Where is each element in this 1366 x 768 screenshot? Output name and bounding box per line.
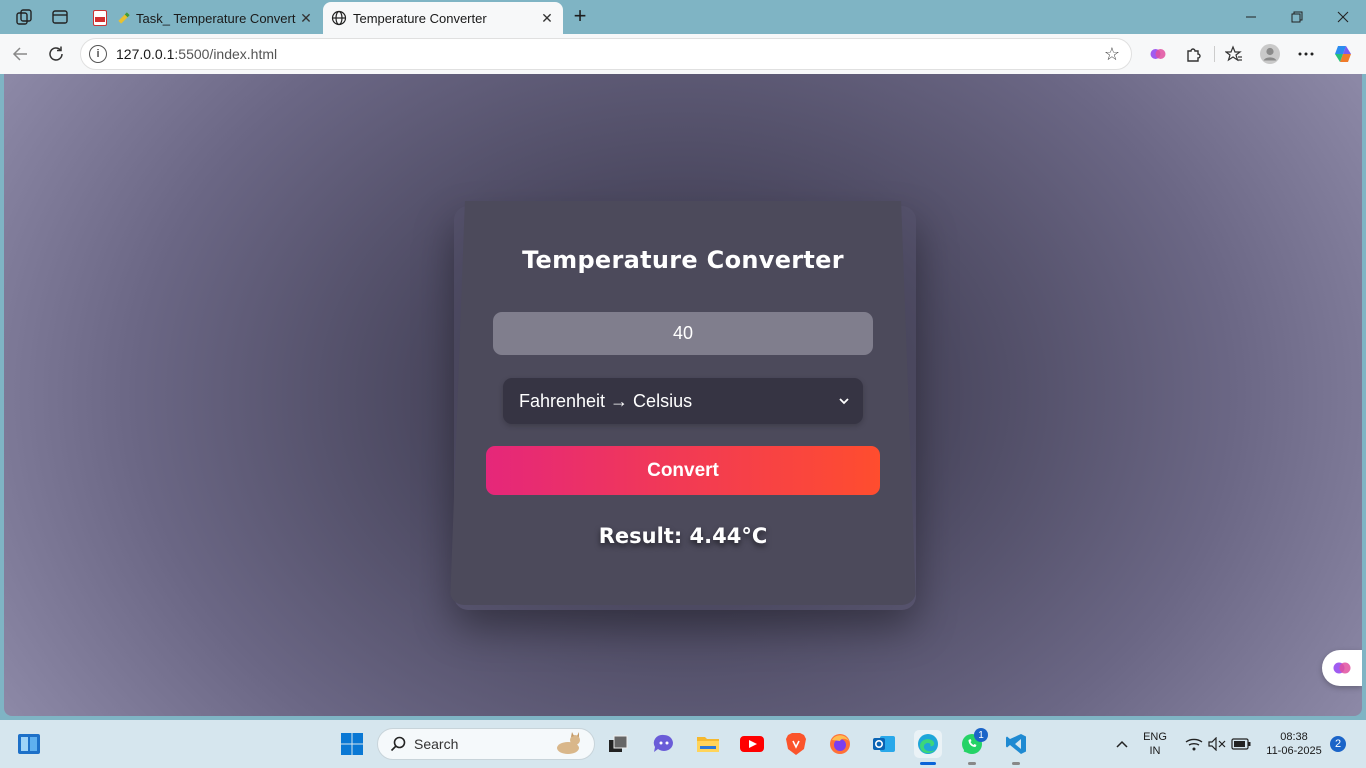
copilot-sidebar-button[interactable] — [1322, 650, 1362, 686]
extensions-icon[interactable] — [1181, 42, 1205, 66]
workspaces-icon[interactable] — [13, 6, 35, 28]
vscode-icon[interactable] — [1002, 730, 1030, 758]
page-viewport: Temperature Converter Fahrenheit → Celsi… — [4, 74, 1362, 716]
show-hidden-icons-chevron[interactable] — [1108, 730, 1136, 758]
temperature-input[interactable] — [493, 312, 873, 355]
vscode-running-indicator — [1012, 762, 1020, 765]
whatsapp-badge: 1 — [974, 728, 988, 742]
close-tab-icon[interactable]: ✕ — [537, 8, 557, 28]
result-text: Result: 4.44°C — [598, 524, 768, 548]
copilot-icon[interactable] — [1331, 42, 1355, 66]
refresh-button[interactable] — [43, 41, 69, 67]
whatsapp-running-indicator — [968, 762, 976, 765]
conversion-select[interactable]: Fahrenheit → Celsius — [503, 378, 863, 424]
firefox-icon[interactable] — [826, 730, 854, 758]
copilot-extension-icon[interactable] — [1146, 42, 1170, 66]
clock[interactable]: 08:38 11-06-2025 — [1258, 730, 1330, 758]
convert-button[interactable]: Convert — [486, 446, 880, 495]
windows-start-icon[interactable] — [338, 730, 366, 758]
browser-toolbar: i 127.0.0.1:5500/index.html ☆ — [0, 34, 1366, 74]
tab-strip: Task_ Temperature Converter[ ✕ Temperatu… — [0, 0, 1366, 34]
edge-active-indicator — [920, 762, 936, 765]
battery-icon[interactable] — [1227, 730, 1255, 758]
search-icon — [388, 734, 408, 754]
task-view-icon[interactable] — [604, 730, 632, 758]
conversion-selected-text: Fahrenheit → Celsius — [519, 390, 693, 411]
chevron-down-icon — [835, 392, 853, 410]
address-bar[interactable]: i 127.0.0.1:5500/index.html ☆ — [80, 38, 1132, 70]
profile-avatar-icon[interactable] — [1258, 42, 1282, 66]
language-indicator[interactable]: ENG IN — [1138, 730, 1172, 758]
restore-button[interactable] — [1275, 4, 1319, 30]
youtube-icon[interactable] — [738, 730, 766, 758]
favorites-icon[interactable] — [1222, 42, 1246, 66]
globe-icon — [331, 10, 347, 26]
tab-task-pdf[interactable]: Task_ Temperature Converter[ ✕ — [84, 2, 322, 34]
edge-browser-icon[interactable] — [914, 730, 942, 758]
search-highlight-cat-icon — [548, 730, 588, 758]
brave-browser-icon[interactable] — [782, 730, 810, 758]
back-button[interactable] — [7, 41, 33, 67]
app-title: Temperature Converter — [522, 246, 844, 274]
new-tab-button[interactable]: + — [568, 5, 592, 29]
taskbar-search[interactable]: Search — [377, 728, 595, 760]
pencil-icon — [114, 10, 130, 26]
tab-label: Temperature Converter — [353, 10, 487, 26]
url-text[interactable]: 127.0.0.1:5500/index.html — [116, 46, 1101, 62]
tab-temperature-converter[interactable]: Temperature Converter ✕ — [323, 2, 563, 34]
close-window-button[interactable] — [1321, 4, 1365, 30]
site-info-icon[interactable]: i — [89, 45, 107, 63]
pdf-icon — [92, 10, 108, 26]
vertical-tabs-icon[interactable] — [49, 6, 71, 28]
notification-badge[interactable]: 2 — [1330, 736, 1346, 752]
outlook-icon[interactable] — [870, 730, 898, 758]
minimize-button[interactable] — [1229, 4, 1273, 30]
file-explorer-icon[interactable] — [694, 730, 722, 758]
taskbar: Search 1 ENG IN 08:38 11-06-2025 2 — [0, 720, 1366, 768]
close-tab-icon[interactable]: ✕ — [296, 8, 316, 28]
search-placeholder: Search — [414, 736, 459, 752]
toolbar-divider — [1214, 46, 1215, 62]
more-options-icon[interactable] — [1294, 42, 1318, 66]
tab-label: Task_ Temperature Converter[ — [136, 10, 296, 26]
widgets-icon[interactable] — [15, 730, 43, 758]
favorite-star-icon[interactable]: ☆ — [1101, 43, 1123, 65]
teams-chat-icon[interactable] — [650, 730, 678, 758]
